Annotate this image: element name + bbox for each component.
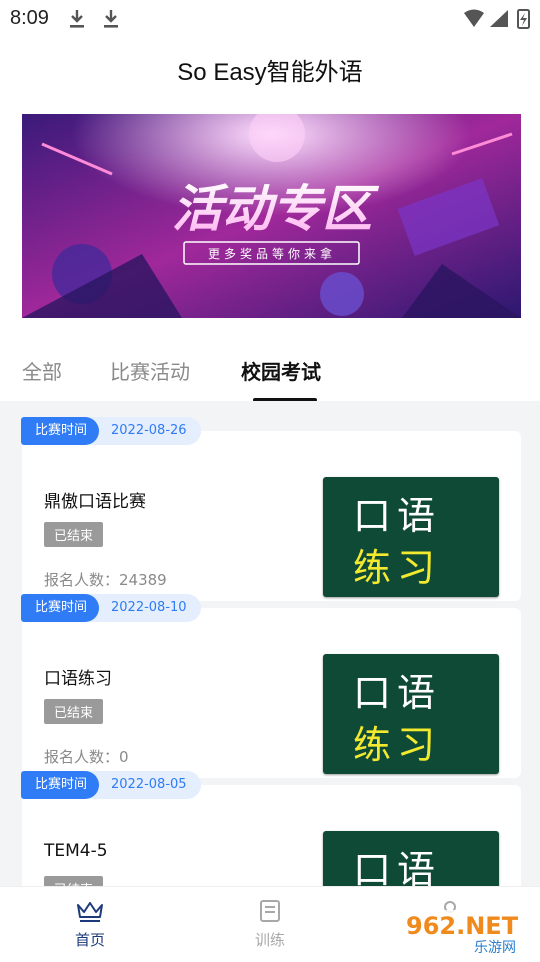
tab-all[interactable]: 全部 xyxy=(22,356,62,385)
competition-card[interactable]: 比赛时间 2022-08-10 口语练习 已结束 报名人数：0 口语 练习 xyxy=(21,594,521,778)
thumbnail-line2: 练习 xyxy=(353,546,442,590)
thumbnail-line1: 口语 xyxy=(353,494,442,538)
download-icon xyxy=(70,10,84,28)
competition-time-tag: 比赛时间 2022-08-26 xyxy=(21,417,201,445)
tab-competitions[interactable]: 比赛活动 xyxy=(110,356,190,385)
competition-time-tag: 比赛时间 2022-08-10 xyxy=(21,594,201,622)
tag-label: 比赛时间 xyxy=(21,417,100,445)
wifi-icon xyxy=(464,9,484,27)
competition-list[interactable]: 比赛时间 2022-08-26 鼎傲口语比赛 已结束 报名人数：24389 口语… xyxy=(0,401,540,886)
card-title: TEM4-5 xyxy=(44,841,108,861)
banner-artwork: 活动专区 更多奖品等你来拿 xyxy=(22,114,521,318)
card-thumbnail: 口语 练习 xyxy=(323,831,499,886)
status-bar: 8:09 xyxy=(0,0,540,36)
tag-label: 比赛时间 xyxy=(21,594,100,622)
svg-text:962.NET: 962.NET xyxy=(406,912,519,940)
status-badge: 已结束 xyxy=(44,876,104,886)
signal-icon xyxy=(490,10,508,27)
nav-home[interactable]: 首页 xyxy=(50,899,130,950)
page-title: So Easy智能外语 xyxy=(177,59,363,86)
card-title: 鼎傲口语比赛 xyxy=(44,492,146,512)
thumbnail-line2: 练习 xyxy=(353,723,442,767)
system-status-icons xyxy=(464,9,530,29)
competition-time-tag: 比赛时间 2022-08-05 xyxy=(21,771,201,799)
tag-label: 比赛时间 xyxy=(21,771,100,799)
category-tabs: 全部 比赛活动 校园考试 xyxy=(0,344,540,402)
tag-date: 2022-08-05 xyxy=(85,771,201,799)
card-thumbnail: 口语 练习 xyxy=(323,477,499,597)
download-icon xyxy=(104,10,118,28)
tab-campus-exams[interactable]: 校园考试 xyxy=(241,356,321,385)
banner-headline: 活动专区 xyxy=(172,180,380,238)
card-thumbnail: 口语 练习 xyxy=(323,654,499,774)
crown-icon xyxy=(77,902,103,922)
banner-subtitle: 更多奖品等你来拿 xyxy=(208,246,336,261)
status-badge: 已结束 xyxy=(44,522,104,547)
app-bar: So Easy智能外语 xyxy=(0,36,540,100)
tag-date: 2022-08-26 xyxy=(85,417,201,445)
thumbnail-line1: 口语 xyxy=(353,848,442,886)
competition-card[interactable]: 比赛时间 2022-08-26 鼎傲口语比赛 已结束 报名人数：24389 口语… xyxy=(21,417,521,601)
tag-date: 2022-08-10 xyxy=(85,594,201,622)
book-icon xyxy=(260,900,280,922)
card-title: 口语练习 xyxy=(44,669,112,689)
signup-count: 报名人数：24389 xyxy=(44,571,167,589)
svg-text:乐游网: 乐游网 xyxy=(474,940,516,956)
nav-home-label: 首页 xyxy=(74,931,105,949)
thumbnail-line1: 口语 xyxy=(353,671,442,715)
status-badge: 已结束 xyxy=(44,699,104,724)
status-time: 8:09 xyxy=(10,7,49,29)
competition-card[interactable]: 比赛时间 2022-08-05 TEM4-5 已结束 口语 练习 xyxy=(21,771,521,886)
nav-training[interactable]: 训练 xyxy=(230,899,310,950)
activity-banner[interactable]: 活动专区 更多奖品等你来拿 xyxy=(22,114,521,318)
nav-training-label: 训练 xyxy=(254,931,285,949)
signup-count: 报名人数：0 xyxy=(44,748,129,766)
site-watermark-logo: 962.NET 乐游网 xyxy=(400,910,536,956)
